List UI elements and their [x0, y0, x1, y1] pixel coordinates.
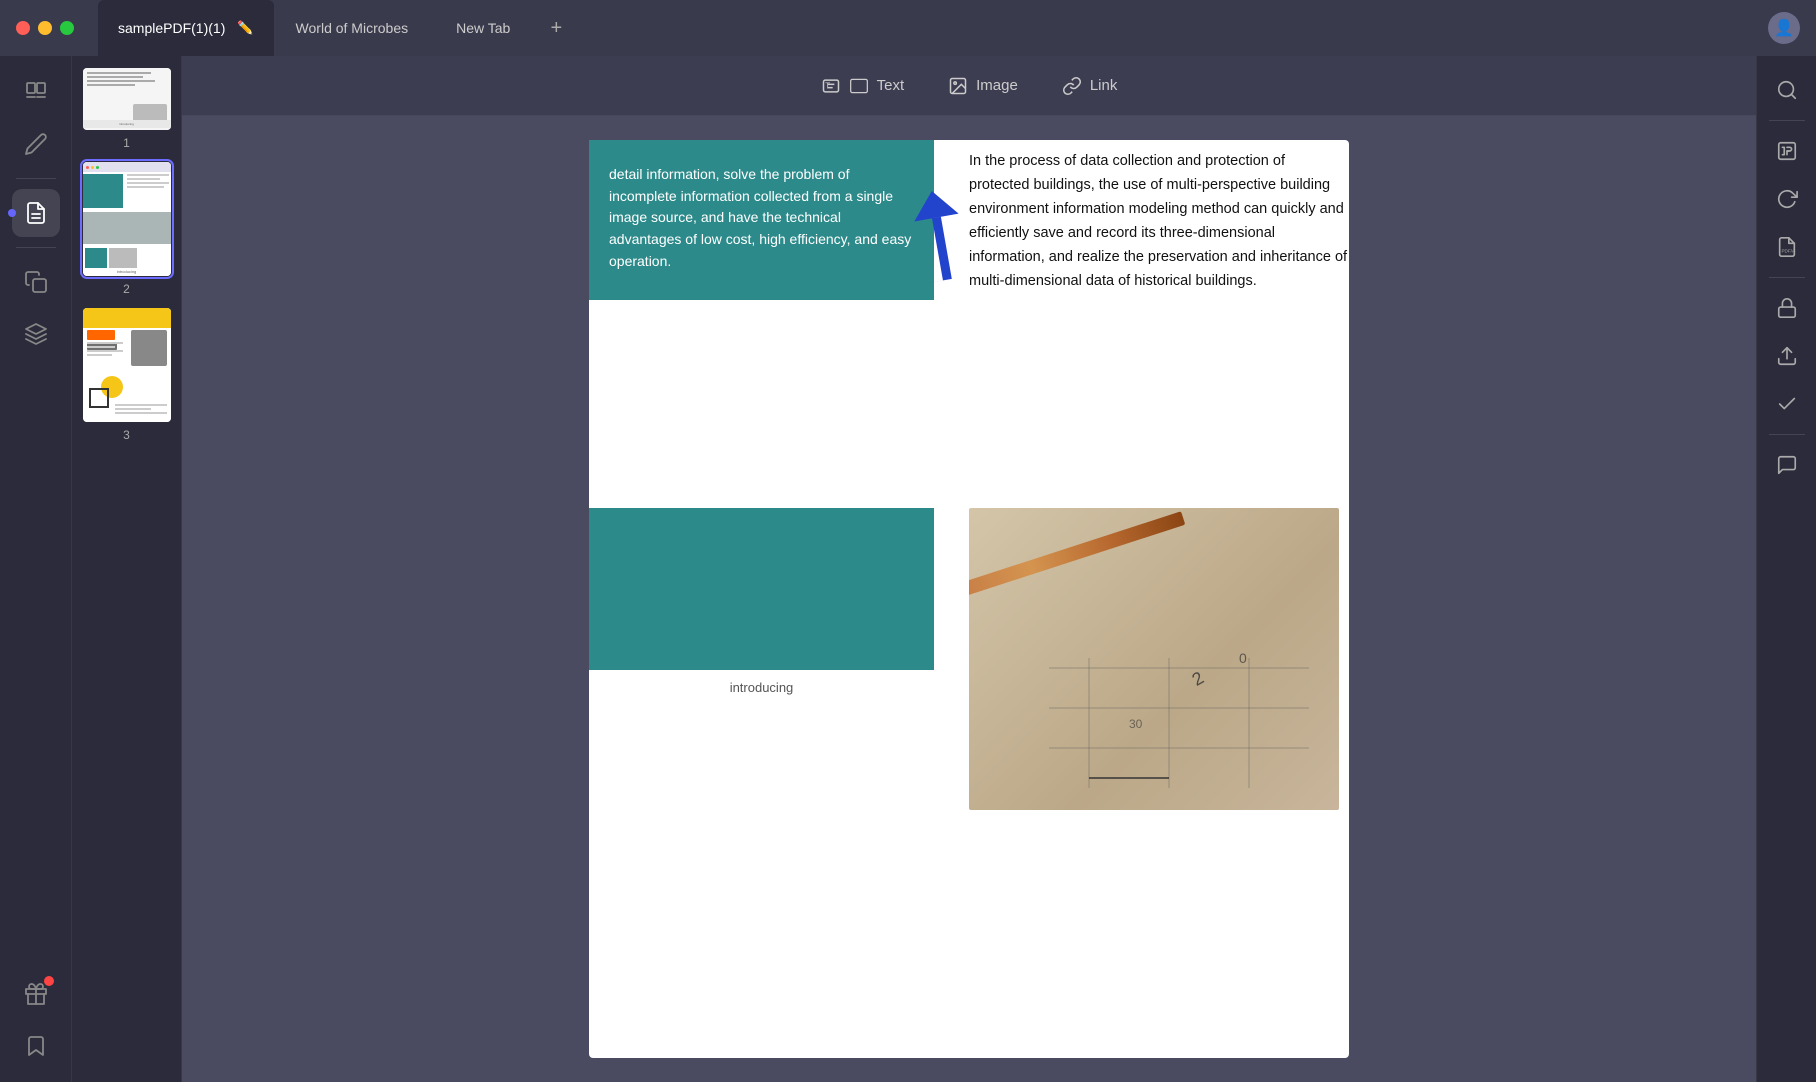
thumbnail-panel: introducing 1: [72, 56, 182, 1082]
main-layout: introducing 1: [0, 56, 1816, 1082]
ocr-icon-button[interactable]: [1765, 129, 1809, 173]
sidebar-item-reader[interactable]: [12, 68, 60, 116]
right-sidebar: PDF/A: [1756, 56, 1816, 1082]
sidebar-item-bookmark[interactable]: [12, 1022, 60, 1070]
avatar[interactable]: 👤: [1768, 12, 1800, 44]
teal-lower-block: [589, 508, 934, 670]
thumb-frame-3: [83, 308, 171, 422]
edit-icon: ✏️: [237, 20, 253, 36]
sidebar-item-pages[interactable]: [12, 189, 60, 237]
thumb-frame-2: introducing: [83, 162, 171, 276]
image-tool-label: Image: [976, 77, 1018, 94]
svg-text:0: 0: [1239, 650, 1247, 666]
thumb-num-3: 3: [123, 428, 130, 442]
active-indicator: [8, 209, 16, 217]
right-divider-2: [1769, 277, 1805, 278]
right-text-content: In the process of data collection and pr…: [969, 153, 1347, 289]
thumb-num-1: 1: [123, 136, 130, 150]
search-icon-button[interactable]: [1765, 68, 1809, 112]
tab-newtab-label: New Tab: [456, 20, 510, 36]
svg-text:2: 2: [1189, 667, 1208, 689]
tabs-area: samplePDF(1)(1) ✏️ World of Microbes New…: [98, 0, 1768, 56]
image-tool-button[interactable]: Image: [930, 68, 1036, 104]
tab-samplepdf[interactable]: samplePDF(1)(1) ✏️: [98, 0, 274, 56]
minimize-button[interactable]: [38, 21, 52, 35]
svg-text:30: 30: [1129, 717, 1143, 731]
traffic-lights: [16, 21, 74, 35]
sidebar-item-annotate[interactable]: [12, 120, 60, 168]
close-button[interactable]: [16, 21, 30, 35]
maximize-button[interactable]: [60, 21, 74, 35]
sidebar-item-layers[interactable]: [12, 310, 60, 358]
teal-block-text: detail information, solve the problem of…: [609, 166, 911, 269]
thumbnail-item-3[interactable]: 3: [83, 308, 171, 442]
tab-newtab[interactable]: New Tab: [436, 0, 536, 56]
comment-icon-button[interactable]: [1765, 443, 1809, 487]
right-divider-3: [1769, 434, 1805, 435]
tab-microbes-label: World of Microbes: [296, 20, 409, 36]
thumb-frame-1: introducing: [83, 68, 171, 130]
titlebar: samplePDF(1)(1) ✏️ World of Microbes New…: [0, 0, 1816, 56]
toolbar-group: T Text Image: [803, 68, 1136, 104]
blueprint-image: 2 0 30: [969, 508, 1339, 810]
teal-content-block: detail information, solve the problem of…: [589, 140, 934, 300]
security-icon-button[interactable]: [1765, 286, 1809, 330]
introducing-label: introducing: [589, 680, 934, 695]
pdf-canvas[interactable]: detail information, solve the problem of…: [182, 116, 1756, 1082]
text-tool-button[interactable]: T Text: [803, 68, 923, 104]
pdf-area: T Text Image: [182, 56, 1756, 1082]
tab-samplepdf-label: samplePDF(1)(1): [118, 20, 225, 36]
link-tool-button[interactable]: Link: [1044, 68, 1136, 104]
pdf-toolbar: T Text Image: [182, 56, 1756, 116]
sidebar-divider-1: [16, 178, 56, 179]
validate-icon-button[interactable]: [1765, 382, 1809, 426]
thumbnail-item-1[interactable]: introducing 1: [83, 68, 171, 150]
link-tool-label: Link: [1090, 77, 1118, 94]
gift-badge: [44, 976, 54, 986]
thumb-page-1: introducing: [83, 68, 171, 130]
svg-text:T: T: [825, 80, 830, 90]
sidebar-item-duplicate[interactable]: [12, 258, 60, 306]
thumb-num-2: 2: [123, 282, 130, 296]
pdfa-icon-button[interactable]: PDF/A: [1765, 225, 1809, 269]
left-sidebar: [0, 56, 72, 1082]
sidebar-divider-2: [16, 247, 56, 248]
pdf-page: detail information, solve the problem of…: [589, 140, 1349, 1058]
text-tool-label: Text: [877, 77, 905, 94]
share-icon-button[interactable]: [1765, 334, 1809, 378]
thumbnail-item-2[interactable]: introducing 2: [83, 162, 171, 296]
tab-microbes[interactable]: World of Microbes: [276, 0, 435, 56]
add-tab-button[interactable]: +: [542, 14, 570, 42]
right-text-block: In the process of data collection and pr…: [969, 140, 1349, 294]
rotate-icon-button[interactable]: [1765, 177, 1809, 221]
svg-text:PDF/A: PDF/A: [1781, 249, 1795, 254]
right-divider-1: [1769, 120, 1805, 121]
sidebar-item-gift[interactable]: [12, 970, 60, 1018]
